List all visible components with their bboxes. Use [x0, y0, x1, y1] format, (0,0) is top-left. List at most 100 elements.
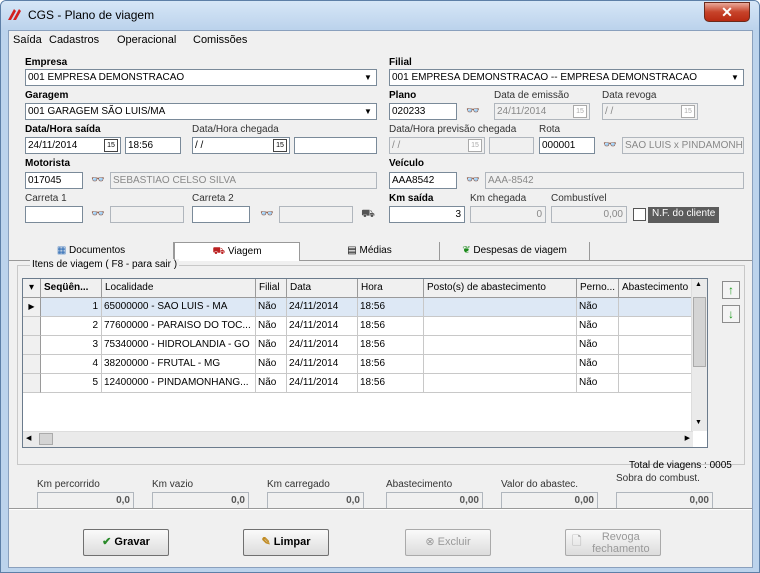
binoculars-icon[interactable]: 👓: [601, 137, 619, 154]
menu-comissoes[interactable]: Comissões: [193, 34, 247, 46]
grid-vscroll[interactable]: ▲ ▼: [691, 279, 707, 431]
cell-hora[interactable]: 18:56: [358, 336, 424, 355]
cell-postos[interactable]: [424, 374, 577, 393]
chegada-date-input[interactable]: / / 15: [192, 137, 290, 154]
scroll-down-icon[interactable]: ▼: [695, 419, 702, 426]
menu-saida[interactable]: Saída: [13, 34, 42, 46]
cell-localidade[interactable]: 38200000 - FRUTAL - MG: [102, 355, 256, 374]
plano-input[interactable]: 020233: [389, 103, 457, 120]
rota-code-input[interactable]: 000001: [539, 137, 595, 154]
veiculo-code-input[interactable]: AAA8542: [389, 172, 457, 189]
cell-postos[interactable]: [424, 336, 577, 355]
excluir-button[interactable]: ⊗ Excluir: [405, 529, 491, 556]
km-saida-input[interactable]: 3: [389, 206, 465, 223]
gravar-button[interactable]: ✔ Gravar: [83, 529, 169, 556]
vscroll-thumb[interactable]: [693, 297, 706, 367]
cell-data[interactable]: 24/11/2014: [287, 317, 358, 336]
row-indicator[interactable]: [23, 374, 41, 393]
nf-cliente-checkbox[interactable]: [633, 208, 646, 221]
cell-filial[interactable]: Não: [256, 317, 287, 336]
cell-abastecimento[interactable]: [619, 298, 695, 317]
cell-abastecimento[interactable]: [619, 374, 695, 393]
cell-filial[interactable]: Não: [256, 336, 287, 355]
binoculars-icon[interactable]: 👓: [258, 206, 276, 223]
empresa-select[interactable]: 001 EMPRESA DEMONSTRACAO ▼: [25, 69, 377, 86]
carreta1-code-input[interactable]: [25, 206, 83, 223]
menu-operacional[interactable]: Operacional: [117, 34, 176, 46]
cell-localidade[interactable]: 75340000 - HIDROLANDIA - GO: [102, 336, 256, 355]
chegada-time-input[interactable]: [294, 137, 377, 154]
grid-menu-icon[interactable]: ▾: [23, 279, 41, 298]
cell-filial[interactable]: Não: [256, 374, 287, 393]
cell-data[interactable]: 24/11/2014: [287, 355, 358, 374]
cell-localidade[interactable]: 77600000 - PARAISO DO TOC...: [102, 317, 256, 336]
garagem-select[interactable]: 001 GARAGEM SÃO LUIS/MA ▼: [25, 103, 377, 120]
filial-select[interactable]: 001 EMPRESA DEMONSTRACAO -- EMPRESA DEMO…: [389, 69, 744, 86]
cell-filial[interactable]: Não: [256, 298, 287, 317]
cell-data[interactable]: 24/11/2014: [287, 374, 358, 393]
binoculars-icon[interactable]: 👓: [464, 172, 482, 189]
cell-seq[interactable]: 1: [41, 298, 102, 317]
cell-postos[interactable]: [424, 355, 577, 374]
cell-abastecimento[interactable]: [619, 336, 695, 355]
binoculars-icon[interactable]: 👓: [89, 206, 107, 223]
binoculars-icon[interactable]: 👓: [464, 103, 482, 120]
cell-postos[interactable]: [424, 317, 577, 336]
saida-date-input[interactable]: 24/11/2014 15: [25, 137, 121, 154]
col-data[interactable]: Data: [287, 279, 358, 298]
hscroll-thumb[interactable]: [39, 433, 53, 445]
saida-time-input[interactable]: 18:56: [125, 137, 181, 154]
cell-data[interactable]: 24/11/2014: [287, 298, 358, 317]
cell-hora[interactable]: 18:56: [358, 298, 424, 317]
tab-medias[interactable]: ▤ Médias: [300, 242, 440, 261]
row-indicator[interactable]: [23, 336, 41, 355]
menu-cadastros[interactable]: Cadastros: [49, 34, 99, 46]
binoculars-icon[interactable]: 👓: [89, 172, 107, 189]
col-abastecimento[interactable]: Abastecimento: [619, 279, 695, 298]
cell-seq[interactable]: 4: [41, 355, 102, 374]
cell-pernoite[interactable]: Não: [577, 336, 619, 355]
cell-postos[interactable]: [424, 298, 577, 317]
close-button[interactable]: ✕: [704, 2, 750, 22]
col-pernoite[interactable]: Perno...: [577, 279, 619, 298]
col-localidade[interactable]: Localidade: [102, 279, 256, 298]
truck-icon[interactable]: ⛟: [359, 206, 377, 223]
cell-hora[interactable]: 18:56: [358, 374, 424, 393]
tab-viagem[interactable]: ⛟ Viagem: [174, 242, 300, 262]
cell-pernoite[interactable]: Não: [577, 355, 619, 374]
cell-seq[interactable]: 3: [41, 336, 102, 355]
cell-filial[interactable]: Não: [256, 355, 287, 374]
scroll-right-icon[interactable]: ▶: [685, 434, 690, 442]
cell-abastecimento[interactable]: [619, 317, 695, 336]
col-sequencia[interactable]: Seqüên...: [41, 279, 102, 298]
itens-grid[interactable]: ▾ Seqüên... Localidade Filial Data Hora …: [22, 278, 708, 448]
scroll-up-icon[interactable]: ▲: [695, 281, 702, 288]
calendar-icon[interactable]: 15: [273, 139, 287, 152]
cell-hora[interactable]: 18:56: [358, 317, 424, 336]
cell-seq[interactable]: 5: [41, 374, 102, 393]
revoga-button[interactable]: 🗋 Revoga fechamento: [565, 529, 661, 556]
motorista-code-input[interactable]: 017045: [25, 172, 83, 189]
col-hora[interactable]: Hora: [358, 279, 424, 298]
tab-despesas[interactable]: ❦ Despesas de viagem: [440, 242, 590, 261]
cell-localidade[interactable]: 65000000 - SAO LUIS - MA: [102, 298, 256, 317]
move-down-button[interactable]: ↓: [722, 305, 740, 323]
cell-seq[interactable]: 2: [41, 317, 102, 336]
move-up-button[interactable]: ↑: [722, 281, 740, 299]
calendar-icon[interactable]: 15: [104, 139, 118, 152]
col-filial[interactable]: Filial: [256, 279, 287, 298]
grid-hscroll[interactable]: ◀ ▶: [23, 431, 693, 447]
row-indicator[interactable]: ▶: [23, 298, 41, 317]
row-indicator[interactable]: [23, 355, 41, 374]
carreta2-code-input[interactable]: [192, 206, 250, 223]
cell-data[interactable]: 24/11/2014: [287, 336, 358, 355]
limpar-button[interactable]: ✎ Limpar: [243, 529, 329, 556]
cell-pernoite[interactable]: Não: [577, 317, 619, 336]
scroll-left-icon[interactable]: ◀: [26, 434, 31, 442]
col-postos[interactable]: Posto(s) de abastecimento: [424, 279, 577, 298]
row-indicator[interactable]: [23, 317, 41, 336]
cell-hora[interactable]: 18:56: [358, 355, 424, 374]
cell-abastecimento[interactable]: [619, 355, 695, 374]
cell-localidade[interactable]: 12400000 - PINDAMONHANG...: [102, 374, 256, 393]
cell-pernoite[interactable]: Não: [577, 374, 619, 393]
